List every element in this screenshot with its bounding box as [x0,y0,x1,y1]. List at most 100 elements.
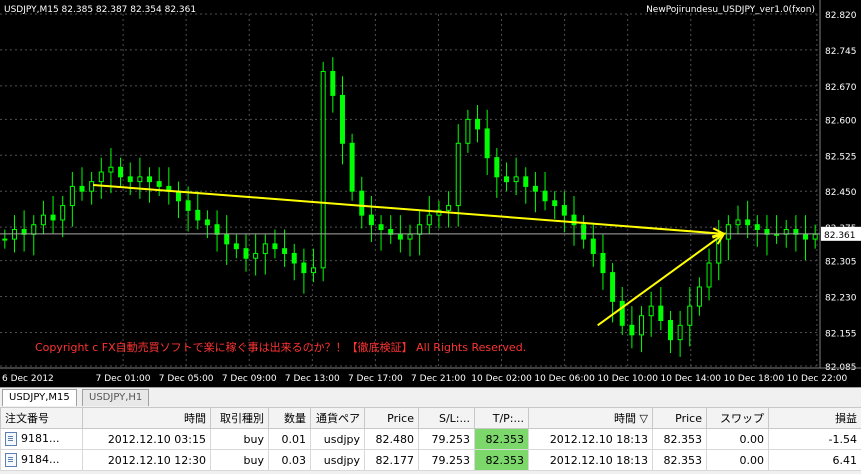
swap-cell: 0.00 [706,449,769,471]
candle-body [89,181,95,192]
candle-body [40,214,46,226]
type-cell: buy [210,428,269,450]
col-take-profit[interactable]: T/P:... [474,407,529,429]
candle-body [706,262,712,288]
take-profit-cell: 82.353 [474,449,529,471]
open-time-cell: 2012.12.10 03:15 [82,428,211,450]
close-price-cell: 82.353 [652,428,707,450]
col-swap[interactable]: スワップ [706,407,769,429]
candle-body [754,224,760,231]
table-row[interactable]: 9181... 2012.12.10 03:15 buy 0.01 usdjpy… [0,428,861,450]
take-profit-cell: 82.353 [474,428,529,450]
candle-body [368,214,374,226]
x-tick-label: 10 Dec 18:00 [724,374,785,384]
candle-body [629,324,635,336]
candle-body [687,305,693,326]
candle-body [301,262,307,274]
y-tick-label: 82.820 [825,11,857,21]
open-price-cell: 82.480 [364,428,419,450]
candle-body [696,286,702,307]
candle-body [735,219,741,226]
x-tick-label: 10 Dec 14:00 [661,374,722,384]
candle-body [282,248,288,254]
copyright-text: Copyright c FX自動売買ソフトで楽に稼ぐ事は出来るのか？！【徹底検証… [35,340,526,354]
tab-usdjpy-h1[interactable]: USDJPY,H1 [82,389,150,406]
candle-body [667,320,673,341]
candle-body [812,233,818,240]
y-tick-label: 82.230 [825,294,857,304]
candle-body [320,70,326,269]
tab-bar: USDJPY,M15 USDJPY,H1 [0,387,861,407]
candle-body [195,209,201,221]
x-tick-label: 10 Dec 22:00 [787,374,848,384]
open-price-cell: 82.177 [364,449,419,471]
order-number-cell: 9184... [0,449,83,471]
candle-body [214,224,220,235]
col-stop-loss[interactable]: S/L:... [418,407,475,429]
col-profit[interactable]: 損益 [768,407,861,429]
col-open-time[interactable]: 時間 [82,407,211,429]
stop-loss-cell: 79.253 [418,428,475,450]
volume-cell: 0.03 [268,449,311,471]
x-tick-label: 7 Dec 17:00 [348,374,403,384]
profit-cell: -1.54 [768,428,861,450]
candle-body [253,252,259,259]
candle-body [69,185,75,207]
candle-body [79,185,85,192]
candle-body [513,176,519,183]
col-open-price[interactable]: Price [364,407,419,429]
current-price-label: 82.361 [824,231,856,241]
candle-body [108,166,114,173]
candle-body [677,324,683,341]
y-tick-label: 82.450 [825,188,857,198]
symbol-info: USDJPY,M15 82.385 82.387 82.354 82.361 [4,5,196,15]
candle-body [503,176,509,183]
candle-body [224,233,230,245]
document-icon [5,432,17,446]
candle-body [639,315,645,336]
close-time-cell: 2012.12.10 18:13 [528,428,653,450]
candle-body [2,238,8,241]
col-close-time[interactable]: 時間 ▽ [528,407,653,429]
candle-body [581,224,587,240]
col-order-number[interactable]: 注文番号 [0,407,83,429]
col-type[interactable]: 取引種別 [210,407,269,429]
volume-cell: 0.01 [268,428,311,450]
candle-body [523,176,529,187]
candle-body [610,272,616,302]
y-tick-label: 82.155 [825,329,857,339]
candle-body [262,243,268,254]
col-symbol[interactable]: 通貨ペア [310,407,365,429]
stop-loss-cell: 79.253 [418,449,475,471]
orders-table: 注文番号 時間 取引種別 数量 通貨ペア Price S/L:... T/P:.… [0,407,861,471]
candle-body [272,243,278,250]
type-cell: buy [210,449,269,471]
chart-canvas[interactable]: 82.820 82.745 82.670 82.600 82.525 82.450 82.3… [0,0,861,387]
candle-body [494,157,500,178]
candle-body [330,70,336,96]
candle-body [417,224,423,235]
candle-body [397,233,403,240]
candle-body [118,166,124,178]
y-tick-label: 82.525 [825,152,857,162]
y-tick-label: 82.745 [825,47,857,57]
candle-body [552,200,558,207]
table-header-row: 注文番号 時間 取引種別 数量 通貨ペア Price S/L:... T/P:.… [0,407,861,429]
candle-body [745,219,751,226]
table-row[interactable]: 9184... 2012.12.10 12:30 buy 0.03 usdjpy… [0,449,861,471]
candle-body [484,128,490,159]
candle-body [349,142,355,192]
x-tick-label: 7 Dec 09:00 [222,374,277,384]
candle-body [619,300,625,326]
price-chart[interactable]: 82.820 82.745 82.670 82.600 82.525 82.450 82.3… [0,0,861,387]
candle-body [50,214,56,221]
tab-usdjpy-m15[interactable]: USDJPY,M15 [2,389,77,406]
x-tick-label: 7 Dec 13:00 [285,374,340,384]
candle-body [98,171,104,183]
col-volume[interactable]: 数量 [268,407,311,429]
candle-body [658,305,664,322]
candle-body [359,190,365,216]
candle-body [446,205,452,211]
close-time-cell: 2012.12.10 18:13 [528,449,653,471]
col-close-price[interactable]: Price [652,407,707,429]
